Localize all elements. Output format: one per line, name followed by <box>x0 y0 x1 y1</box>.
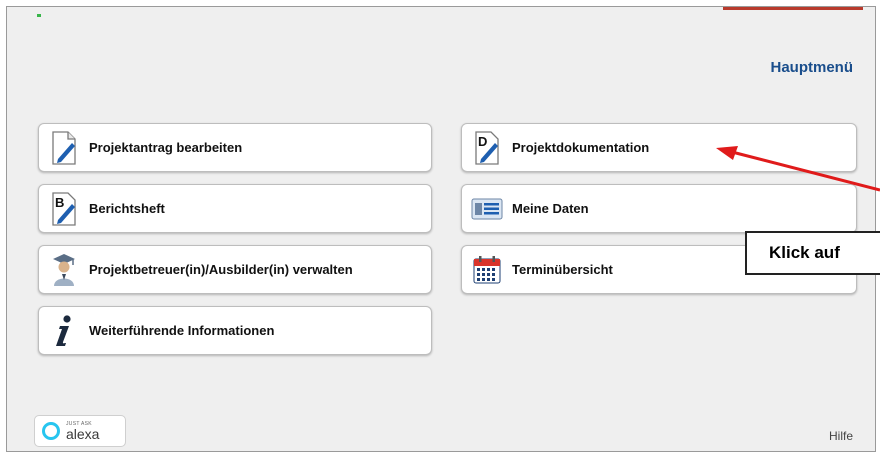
alexa-ring-icon <box>42 422 60 440</box>
projektantrag-label: Projektantrag bearbeiten <box>89 140 243 155</box>
document-pen-icon <box>47 130 81 165</box>
projektantrag-button[interactable]: Projektantrag bearbeiten <box>38 123 432 172</box>
id-card-icon <box>470 192 504 226</box>
calendar-icon <box>470 253 504 287</box>
terminuebersicht-label: Terminübersicht <box>512 262 613 277</box>
alexa-badge[interactable]: JUST ASK alexa <box>34 415 126 447</box>
document-d-pen-icon: D <box>470 130 504 165</box>
document-b-pen-icon: B <box>47 191 81 226</box>
projektdokumentation-button[interactable]: D Projektdokumentation <box>461 123 857 172</box>
informationen-button[interactable]: Weiterführende Informationen <box>38 306 432 355</box>
svg-text:B: B <box>55 195 64 210</box>
annotation-callout: Klick auf <box>745 231 880 275</box>
berichtsheft-label: Berichtsheft <box>89 201 165 216</box>
meine-daten-button[interactable]: Meine Daten <box>461 184 857 233</box>
projektdokumentation-label: Projektdokumentation <box>512 140 650 155</box>
top-red-bar <box>723 7 863 10</box>
informationen-label: Weiterführende Informationen <box>89 323 275 338</box>
help-link[interactable]: Hilfe <box>829 429 853 443</box>
graduate-person-icon <box>47 253 81 287</box>
svg-text:D: D <box>478 134 487 149</box>
app-window: Hauptmenü Projektantrag bearbeiten B Ber… <box>6 6 876 452</box>
alexa-text: JUST ASK alexa <box>66 421 100 442</box>
info-i-icon <box>47 314 81 348</box>
meine-daten-label: Meine Daten <box>512 201 589 216</box>
berichtsheft-button[interactable]: B Berichtsheft <box>38 184 432 233</box>
alexa-brand-text: alexa <box>66 425 100 442</box>
betreuer-label: Projektbetreuer(in)/Ausbilder(in) verwal… <box>89 262 353 277</box>
page-title: Hauptmenü <box>770 59 854 76</box>
betreuer-button[interactable]: Projektbetreuer(in)/Ausbilder(in) verwal… <box>38 245 432 294</box>
top-left-marker <box>37 14 41 17</box>
